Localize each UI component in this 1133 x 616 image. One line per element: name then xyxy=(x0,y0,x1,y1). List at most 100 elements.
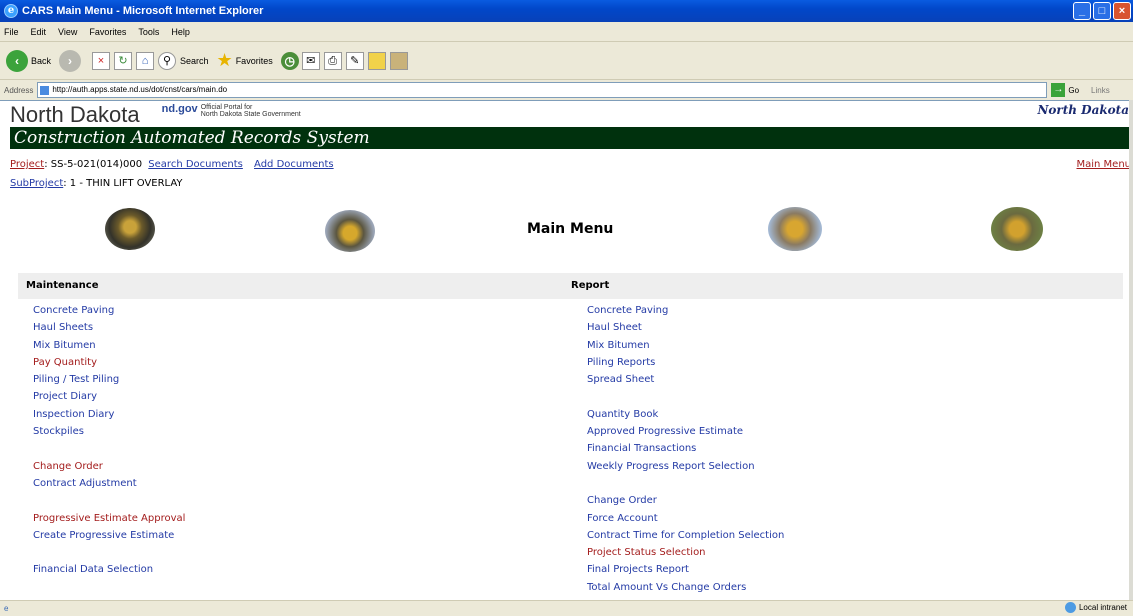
maintenance-item-spacer xyxy=(33,544,185,561)
favorites-button[interactable]: ★ Favorites xyxy=(217,50,273,71)
edit-icon[interactable]: ✎ xyxy=(345,51,364,70)
home-icon[interactable]: ⌂ xyxy=(136,51,155,70)
project-line: Project: SS-5-021(014)000 Search Documen… xyxy=(10,159,334,170)
search-documents-link[interactable]: Search Documents xyxy=(148,159,243,170)
maximize-icon[interactable]: □ xyxy=(1093,2,1111,20)
report-item-link[interactable]: Force Account xyxy=(587,510,784,527)
maintenance-item-link[interactable]: Haul Sheets xyxy=(33,319,185,336)
forward-button[interactable]: › xyxy=(59,49,84,72)
mail-icon[interactable]: ✉ xyxy=(301,51,320,70)
links-label[interactable]: Links xyxy=(1091,86,1110,95)
minimize-icon[interactable]: _ xyxy=(1073,2,1091,20)
vertical-scrollbar[interactable] xyxy=(1129,100,1133,600)
maintenance-item-link[interactable]: Inspection Diary xyxy=(33,406,185,423)
maintenance-item-link[interactable]: Contract Adjustment xyxy=(33,475,185,492)
report-item-link[interactable]: Quantity Book xyxy=(587,406,784,423)
go-arrow-icon: → xyxy=(1051,83,1066,97)
ndgov-logo[interactable]: nd.gov xyxy=(162,103,198,115)
report-list: Concrete Paving Haul Sheet Mix Bitumen Pili… xyxy=(587,302,784,596)
maintenance-item-link[interactable]: Mix Bitumen xyxy=(33,337,185,354)
ie-icon: e xyxy=(4,4,18,18)
menu-help[interactable]: Help xyxy=(171,27,190,37)
menu-favorites[interactable]: Favorites xyxy=(89,27,126,37)
maintenance-item-link[interactable]: Financial Data Selection xyxy=(33,561,185,578)
maintenance-item-link[interactable]: Project Diary xyxy=(33,388,185,405)
go-label: Go xyxy=(1068,85,1080,95)
cars-banner: Construction Automated Records System xyxy=(10,127,1133,149)
project-link[interactable]: Project xyxy=(10,159,44,170)
maintenance-list: Concrete Paving Haul Sheets Mix Bitumen Pay… xyxy=(33,302,185,579)
maintenance-item-link[interactable]: Create Progressive Estimate xyxy=(33,527,185,544)
add-documents-link[interactable]: Add Documents xyxy=(254,159,334,170)
equipment-photo-1 xyxy=(105,208,155,250)
report-item-link[interactable]: Total Amount Vs Change Orders xyxy=(587,579,784,596)
back-arrow-icon: ‹ xyxy=(6,49,28,72)
equipment-photo-4 xyxy=(991,207,1043,251)
subproject-line: SubProject: 1 - THIN LIFT OVERLAY xyxy=(10,178,183,189)
star-icon: ★ xyxy=(216,50,233,70)
close-icon[interactable]: × xyxy=(1113,2,1131,20)
back-button[interactable]: ‹ Back xyxy=(6,49,52,72)
equipment-photo-3 xyxy=(768,207,822,251)
report-item-link[interactable]: Change Order xyxy=(587,492,784,509)
window-titlebar: e CARS Main Menu - Microsoft Internet Ex… xyxy=(0,0,1133,22)
menu-tools[interactable]: Tools xyxy=(138,27,159,37)
messenger-icon[interactable] xyxy=(389,51,408,70)
menu-file[interactable]: File xyxy=(4,27,19,37)
print-icon[interactable]: ⎙ xyxy=(323,51,342,70)
window-title: CARS Main Menu - Microsoft Internet Expl… xyxy=(22,5,264,17)
report-item-link[interactable]: Contract Time for Completion Selection xyxy=(587,527,784,544)
report-item-link[interactable]: Approved Progressive Estimate xyxy=(587,423,784,440)
folder-icon[interactable] xyxy=(367,51,386,70)
maintenance-heading: Maintenance xyxy=(18,273,563,299)
project-value: : SS-5-021(014)000 xyxy=(44,159,143,170)
address-bar: Address http://auth.apps.state.nd.us/dot… xyxy=(0,80,1133,100)
report-item-link[interactable]: Spread Sheet xyxy=(587,371,784,388)
report-item-link[interactable]: Mix Bitumen xyxy=(587,337,784,354)
search-label: Search xyxy=(180,55,209,66)
maintenance-item-link[interactable]: Change Order xyxy=(33,458,185,475)
maintenance-item-link[interactable]: Progressive Estimate Approval xyxy=(33,510,185,527)
page-status-icon: e xyxy=(4,604,9,613)
search-button[interactable]: ⚲ Search xyxy=(158,51,209,70)
menu-bar: File Edit View Favorites Tools Help xyxy=(0,22,1133,42)
portal-line2: North Dakota State Government xyxy=(200,111,301,118)
page-icon xyxy=(40,86,50,95)
address-input[interactable]: http://auth.apps.state.nd.us/dot/cnst/ca… xyxy=(37,82,1048,98)
report-item-spacer xyxy=(587,388,784,405)
refresh-icon[interactable]: ↻ xyxy=(114,51,133,70)
stop-icon[interactable]: × xyxy=(92,51,111,70)
report-heading: Report xyxy=(563,273,1123,299)
state-title: North Dakota xyxy=(10,102,140,127)
report-item-link[interactable]: Piling Reports xyxy=(587,354,784,371)
subproject-link[interactable]: SubProject xyxy=(10,178,63,189)
main-menu-link[interactable]: Main Menu xyxy=(1076,159,1131,170)
report-item-spacer xyxy=(587,475,784,492)
portal-text: Official Portal for North Dakota State G… xyxy=(201,104,301,118)
menu-edit[interactable]: Edit xyxy=(31,27,47,37)
go-button[interactable]: → Go xyxy=(1051,83,1079,97)
subproject-value: : 1 - THIN LIFT OVERLAY xyxy=(63,178,183,189)
maintenance-item-link[interactable]: Pay Quantity xyxy=(33,354,185,371)
maintenance-item-link[interactable]: Piling / Test Piling xyxy=(33,371,185,388)
page-content: North Dakota nd.gov Official Portal for … xyxy=(0,100,1133,600)
maintenance-item-link[interactable]: Stockpiles xyxy=(33,423,185,440)
maintenance-item-spacer xyxy=(33,440,185,457)
page-title: Main Menu xyxy=(527,221,614,237)
address-label: Address xyxy=(4,85,34,95)
report-item-link[interactable]: Project Status Selection xyxy=(587,544,784,561)
report-item-link[interactable]: Concrete Paving xyxy=(587,302,784,319)
report-item-link[interactable]: Financial Transactions xyxy=(587,440,784,457)
report-item-link[interactable]: Final Projects Report xyxy=(587,561,784,578)
forward-arrow-icon: › xyxy=(59,49,82,72)
address-url: http://auth.apps.state.nd.us/dot/cnst/ca… xyxy=(52,85,228,94)
report-item-link[interactable]: Weekly Progress Report Selection xyxy=(587,458,784,475)
maintenance-item-link[interactable]: Concrete Paving xyxy=(33,302,185,319)
history-icon[interactable]: ◷ xyxy=(280,51,299,70)
search-icon: ⚲ xyxy=(158,51,177,70)
back-label: Back xyxy=(31,55,52,66)
report-item-link[interactable]: Haul Sheet xyxy=(587,319,784,336)
menu-view[interactable]: View xyxy=(58,27,77,37)
zone-indicator: Local intranet xyxy=(1064,602,1127,613)
nd-header: North Dakota nd.gov Official Portal for … xyxy=(10,101,1133,127)
